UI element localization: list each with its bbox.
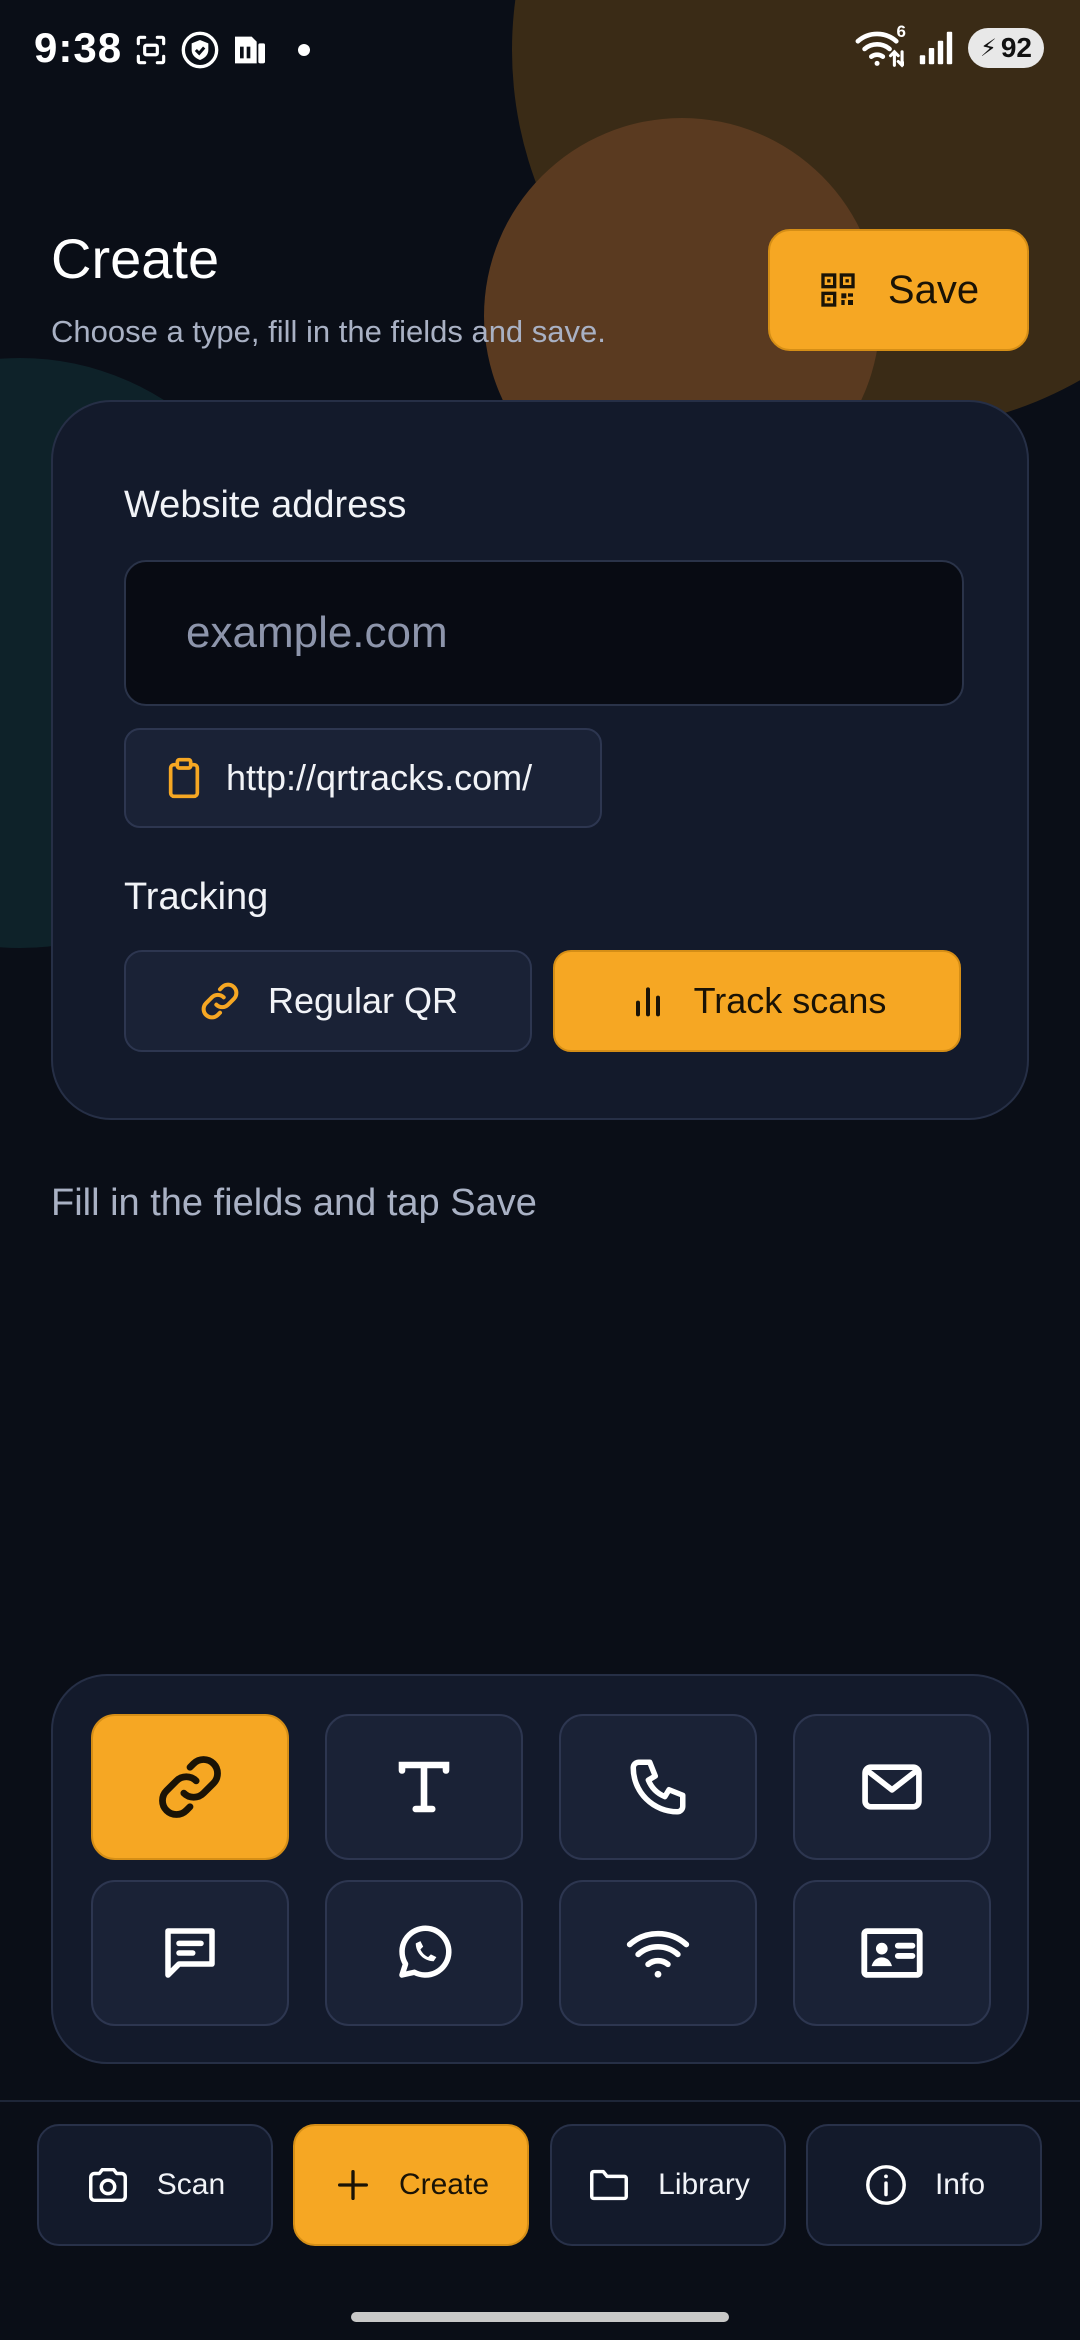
website-address-input[interactable] [124,560,964,706]
nav-create-label: Create [398,2168,490,2201]
type-url-tile[interactable] [91,1714,289,1860]
nav-library[interactable]: Library [550,2124,786,2246]
plus-icon [333,2165,373,2205]
page-title: Create [51,227,220,290]
page-subtitle: Choose a type, fill in the fields and sa… [51,314,606,349]
regular-qr-option[interactable]: Regular QR [124,950,532,1052]
home-indicator[interactable] [351,2312,729,2322]
type-contact-tile[interactable] [793,1880,991,2026]
message-icon [157,1920,223,1986]
tracking-label: Tracking [124,876,269,918]
camera-icon [85,2162,131,2208]
nav-info-label: Info [934,2168,986,2201]
nav-divider [0,2100,1080,2102]
track-scans-label: Track scans [693,980,887,1021]
status-icons-left [132,30,310,70]
qr-code-icon [818,270,858,310]
link-icon [198,979,242,1023]
link-icon [153,1750,227,1824]
helper-text: Fill in the fields and tap Save [51,1182,537,1224]
shield-check-icon [180,30,220,70]
paste-suggestion-text: http://qrtracks.com/ [226,757,533,798]
type-phone-tile[interactable] [559,1714,757,1860]
type-text-tile[interactable] [325,1714,523,1860]
mail-icon [858,1753,926,1821]
phone-icon [625,1754,691,1820]
type-wifi-tile[interactable] [559,1880,757,2026]
status-bar: 9:38 6 ⚡ 92 [0,0,1080,100]
whatsapp-icon [391,1920,457,1986]
create-screen: 9:38 6 ⚡ 92 Create Choose a type, fill i… [0,0,1080,2340]
charging-bolt-icon: ⚡ [979,34,997,62]
sim-card-icon [230,30,270,70]
regular-qr-label: Regular QR [267,980,459,1021]
nav-scan-label: Scan [156,2168,226,2201]
text-icon [391,1754,457,1820]
type-picker [51,1674,1029,2064]
type-whatsapp-tile[interactable] [325,1880,523,2026]
status-time: 9:38 [34,24,123,71]
url-form-card: Website address http://qrtracks.com/ Tra… [51,400,1029,1120]
track-scans-option[interactable]: Track scans [553,950,961,1052]
folder-icon [586,2162,632,2208]
nav-scan[interactable]: Scan [37,2124,273,2246]
clipboard-icon [164,756,204,800]
contact-card-icon [857,1918,927,1988]
type-email-tile[interactable] [793,1714,991,1860]
wifi-icon [624,1919,692,1987]
notification-dot-icon [298,44,310,56]
screen-capture-icon [132,31,170,69]
save-button-label: Save [887,267,980,312]
signal-icon [918,29,954,67]
battery-icon: ⚡ 92 [967,28,1044,68]
nav-info[interactable]: Info [806,2124,1042,2246]
info-icon [863,2162,909,2208]
wifi-badge: 6 [896,22,906,41]
battery-level: 92 [1000,32,1032,63]
status-icons-right: 6 ⚡ 92 [854,22,1044,68]
bar-chart-icon [628,981,668,1021]
nav-library-label: Library [658,2168,750,2201]
paste-suggestion-chip[interactable]: http://qrtracks.com/ [124,728,602,828]
save-button[interactable]: Save [768,229,1029,351]
type-sms-tile[interactable] [91,1880,289,2026]
wifi-icon: 6 [854,22,906,68]
nav-create[interactable]: Create [293,2124,529,2246]
website-address-label: Website address [124,484,407,526]
